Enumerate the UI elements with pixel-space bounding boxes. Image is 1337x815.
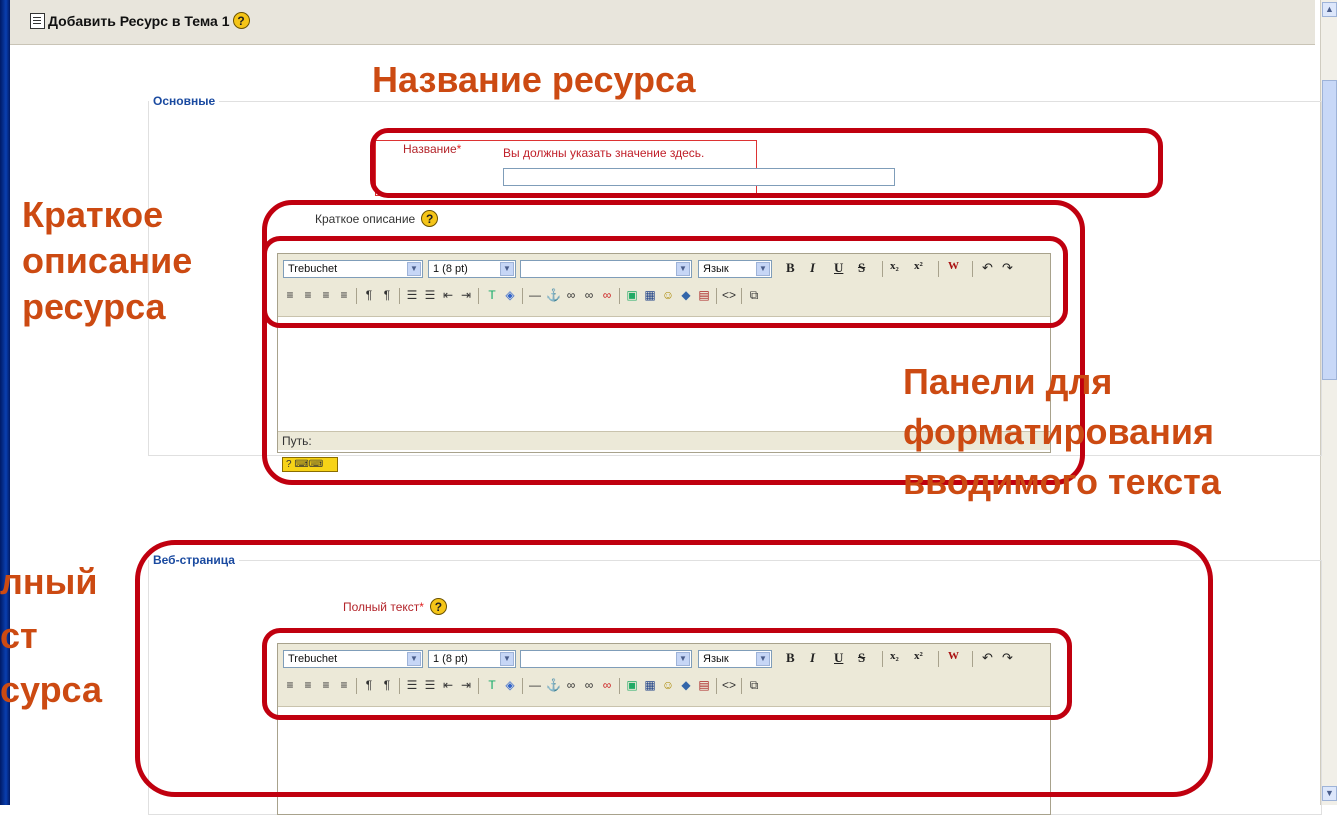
annotation-resource-title: Название ресурса: [372, 59, 696, 100]
annotation-fulltext-line: ст: [0, 615, 38, 656]
annotation-summary-line: ресурса: [22, 286, 166, 327]
annotation-summary-line: Краткое: [22, 194, 164, 235]
scroll-down-icon[interactable]: ▼: [1322, 786, 1337, 801]
annotation-toolbars-line: Панели для: [903, 361, 1113, 402]
highlight-toolbar-1: [262, 236, 1068, 328]
vertical-scrollbar[interactable]: ▲ ▼: [1320, 0, 1337, 805]
highlight-toolbar-2: [262, 628, 1072, 720]
help-icon[interactable]: ?: [232, 12, 250, 29]
annotation-fulltext-line: лный: [0, 561, 98, 602]
scroll-thumb[interactable]: [1322, 80, 1337, 380]
document-icon: [30, 12, 45, 29]
highlight-name-field: [370, 128, 1163, 198]
annotation-toolbars-line: вводимого текста: [903, 461, 1221, 502]
scroll-up-icon[interactable]: ▲: [1322, 2, 1337, 17]
page-title-text: Добавить Ресурс в Тема 1: [48, 12, 230, 29]
annotation-summary-line: описание: [22, 240, 193, 281]
page-title: Добавить Ресурс в Тема 1 ?: [30, 12, 250, 29]
annotation-toolbars: Панели для форматирования вводимого текс…: [903, 357, 1221, 507]
fieldset-main-legend: Основные: [153, 94, 216, 108]
annotation-fulltext: лный ст сурса: [0, 555, 102, 717]
annotation-toolbars-line: форматирования: [903, 411, 1215, 452]
page-header: Добавить Ресурс в Тема 1 ?: [10, 0, 1315, 45]
annotation-summary: Краткое описание ресурса: [22, 192, 192, 330]
annotation-fulltext-line: сурса: [0, 669, 103, 710]
